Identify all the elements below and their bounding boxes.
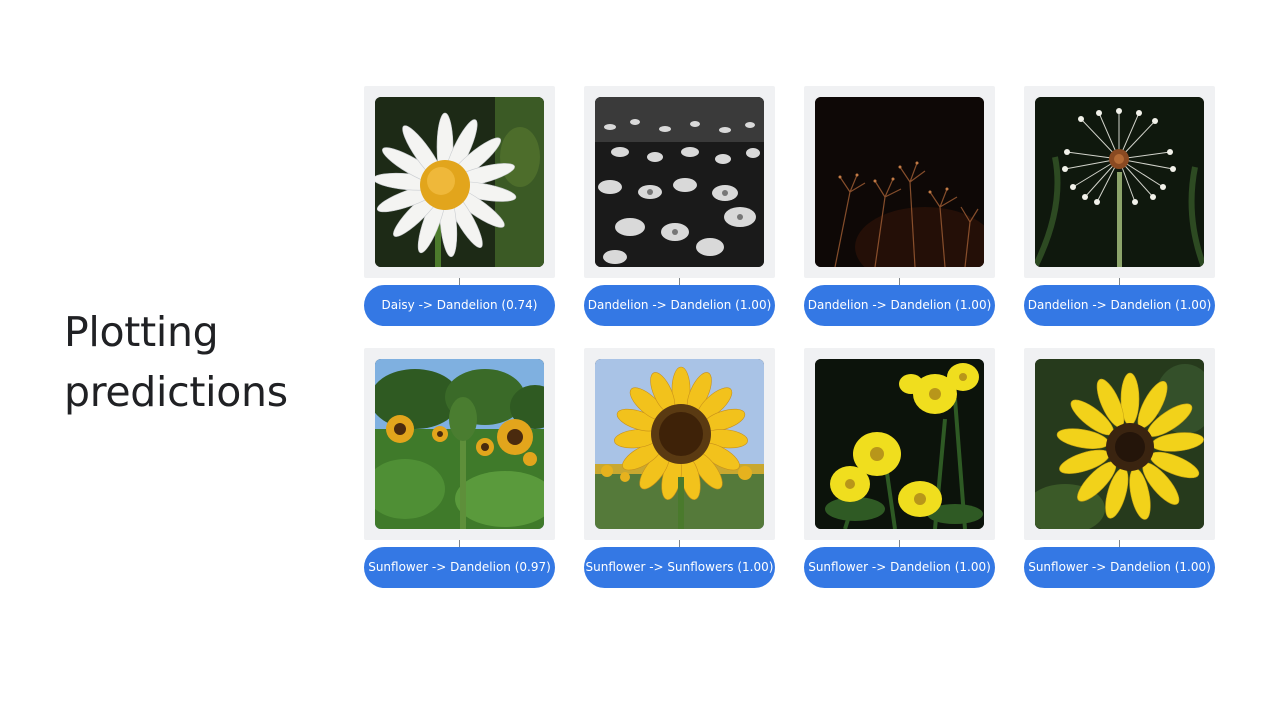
prediction-label: Sunflower -> Sunflowers (1.00) xyxy=(584,547,775,588)
prediction-label: Dandelion -> Dandelion (1.00) xyxy=(804,285,995,326)
prediction-label: Sunflower -> Dandelion (1.00) xyxy=(1024,547,1215,588)
prediction-label: Sunflower -> Dandelion (1.00) xyxy=(804,547,995,588)
single-sunflower-photo xyxy=(1035,359,1204,529)
yellow-flowers-photo xyxy=(815,359,984,529)
slide-title-line-1: Plotting xyxy=(64,308,219,356)
prediction-label: Dandelion -> Dandelion (1.00) xyxy=(584,285,775,326)
dandelion-seed-head-photo xyxy=(1035,97,1204,267)
prediction-label: Daisy -> Dandelion (0.74) xyxy=(364,285,555,326)
white-daisy-photo xyxy=(375,97,544,267)
dark-dandelion-seeds-photo xyxy=(815,97,984,267)
slide: Plotting predictions Daisy -> Dandelion … xyxy=(0,0,1280,720)
large-sunflower-photo xyxy=(595,359,764,529)
slide-title-line-2: predictions xyxy=(64,368,288,416)
slide-title: Plotting predictions xyxy=(64,302,288,422)
black-and-white-dandelion-field-photo xyxy=(595,97,764,267)
prediction-label: Sunflower -> Dandelion (0.97) xyxy=(364,547,555,588)
sunflower-field-photo xyxy=(375,359,544,529)
prediction-label: Dandelion -> Dandelion (1.00) xyxy=(1024,285,1215,326)
